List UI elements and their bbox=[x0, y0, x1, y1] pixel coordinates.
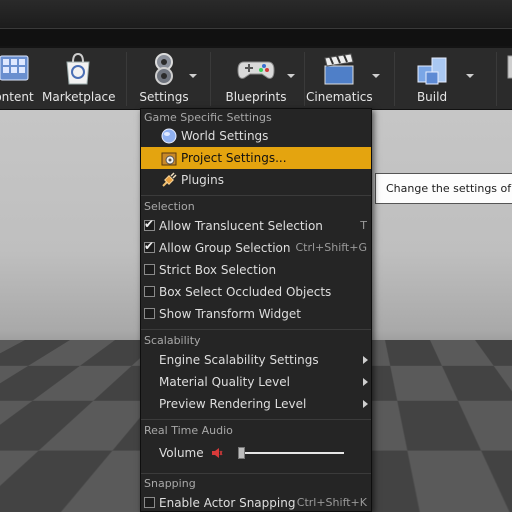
settings-toolbar-button[interactable]: Settings bbox=[134, 48, 194, 110]
cinematics-toolbar-button[interactable]: Cinematics bbox=[306, 48, 373, 110]
menu-item-strict-box-selection[interactable]: Strict Box Selection bbox=[141, 259, 371, 281]
settings-dropdown-menu: Game Specific Settings World Settings Pr… bbox=[140, 108, 372, 512]
toolbar-separator bbox=[304, 52, 305, 106]
shortcut-label: Ctrl+Shift+G bbox=[295, 241, 367, 254]
volume-slider-thumb[interactable] bbox=[238, 447, 245, 459]
main-toolbar: ontent Marketplace Settings Blueprints bbox=[0, 48, 512, 110]
settings-dropdown-arrow[interactable] bbox=[189, 74, 197, 78]
build-dropdown-arrow[interactable] bbox=[466, 74, 474, 78]
cinematics-dropdown-arrow[interactable] bbox=[372, 74, 380, 78]
menu-item-box-select-occluded[interactable]: Box Select Occluded Objects bbox=[141, 281, 371, 303]
settings-button-label: Settings bbox=[139, 90, 189, 104]
menu-item-label: Enable Actor Snapping bbox=[159, 496, 296, 510]
speaker-muted-icon[interactable] bbox=[211, 447, 223, 459]
section-header-snapping: Snapping bbox=[144, 477, 196, 490]
cinematics-button-label: Cinematics bbox=[306, 90, 373, 104]
menu-item-label: Allow Translucent Selection bbox=[159, 219, 323, 233]
menu-divider bbox=[141, 195, 371, 196]
tab-strip-bar bbox=[0, 28, 512, 46]
partial-toolbar-icon bbox=[507, 55, 512, 79]
menu-item-project-settings[interactable]: Project Settings... bbox=[141, 147, 371, 169]
menu-divider bbox=[141, 419, 371, 420]
marketplace-icon bbox=[66, 52, 90, 85]
blueprints-button-label: Blueprints bbox=[225, 90, 287, 104]
checkbox-unchecked[interactable] bbox=[144, 286, 155, 297]
menu-item-label: Show Transform Widget bbox=[159, 307, 301, 321]
check-mark-icon: ✔ bbox=[144, 217, 155, 231]
checkbox-checked[interactable]: ✔ bbox=[144, 217, 155, 231]
toolbar-separator bbox=[394, 52, 395, 106]
toolbar-separator bbox=[496, 52, 497, 106]
menu-item-label: Project Settings... bbox=[181, 151, 287, 165]
submenu-arrow-icon bbox=[363, 400, 368, 408]
menu-item-label: Preview Rendering Level bbox=[159, 397, 307, 411]
toolbar-separator bbox=[210, 52, 211, 106]
menu-item-enable-actor-snapping[interactable]: Enable Actor Snapping Ctrl+Shift+K bbox=[141, 492, 371, 511]
editor-tab-strip bbox=[0, 0, 512, 48]
menu-item-label: Plugins bbox=[181, 173, 224, 187]
settings-gears-icon bbox=[155, 53, 173, 85]
world-globe-icon bbox=[161, 128, 177, 144]
menu-item-engine-scalability-settings[interactable]: Engine Scalability Settings bbox=[141, 349, 371, 371]
marketplace-button-label: Marketplace bbox=[42, 90, 116, 104]
cinematics-clapper-icon bbox=[324, 53, 354, 85]
menu-item-material-quality-level[interactable]: Material Quality Level bbox=[141, 371, 371, 393]
menu-item-plugins[interactable]: Plugins bbox=[141, 169, 371, 191]
menu-item-label: Box Select Occluded Objects bbox=[159, 285, 332, 299]
play-toolbar-button[interactable] bbox=[504, 48, 512, 110]
menu-item-label: Allow Group Selection bbox=[159, 241, 291, 255]
menu-item-show-transform-widget[interactable]: Show Transform Widget bbox=[141, 303, 371, 325]
shortcut-label: T bbox=[360, 219, 367, 232]
build-cubes-icon bbox=[417, 57, 447, 85]
menu-item-label: Engine Scalability Settings bbox=[159, 353, 319, 367]
submenu-arrow-icon bbox=[363, 356, 368, 364]
menu-item-world-settings[interactable]: World Settings bbox=[141, 125, 371, 147]
menu-divider bbox=[141, 473, 371, 474]
checkbox-unchecked[interactable] bbox=[144, 308, 155, 319]
blueprints-dropdown-arrow[interactable] bbox=[287, 74, 295, 78]
shortcut-label: Ctrl+Shift+K bbox=[296, 496, 367, 509]
checkbox-checked[interactable]: ✔ bbox=[144, 239, 155, 253]
content-button-label: ontent bbox=[0, 90, 34, 104]
menu-item-preview-rendering-level[interactable]: Preview Rendering Level bbox=[141, 393, 371, 415]
build-button-label: Build bbox=[416, 90, 448, 104]
section-header-selection: Selection bbox=[144, 200, 195, 213]
menu-item-allow-translucent-selection[interactable]: ✔ Allow Translucent Selection T bbox=[141, 215, 371, 237]
toolbar-separator bbox=[126, 52, 127, 106]
section-header-real-time-audio: Real Time Audio bbox=[144, 424, 233, 437]
menu-divider bbox=[141, 329, 371, 330]
volume-slider-track[interactable] bbox=[242, 452, 344, 454]
content-toolbar-button[interactable]: ontent bbox=[0, 48, 36, 110]
blueprints-gamepad-icon bbox=[237, 61, 275, 79]
checkbox-unchecked[interactable] bbox=[144, 497, 155, 508]
volume-label: Volume bbox=[159, 446, 204, 460]
checkbox-unchecked[interactable] bbox=[144, 264, 155, 275]
content-browser-icon bbox=[0, 55, 29, 81]
section-header-scalability: Scalability bbox=[144, 334, 201, 347]
menu-item-label: Material Quality Level bbox=[159, 375, 290, 389]
marketplace-toolbar-button[interactable]: Marketplace bbox=[42, 48, 116, 110]
submenu-arrow-icon bbox=[363, 378, 368, 386]
check-mark-icon: ✔ bbox=[144, 239, 155, 253]
build-toolbar-button[interactable]: Build bbox=[404, 48, 460, 110]
menu-item-label: World Settings bbox=[181, 129, 269, 143]
menu-item-label: Strict Box Selection bbox=[159, 263, 277, 277]
project-settings-icon bbox=[161, 152, 177, 166]
plugin-plug-icon bbox=[162, 172, 177, 187]
menu-item-allow-group-selection[interactable]: ✔ Allow Group Selection Ctrl+Shift+G bbox=[141, 237, 371, 259]
project-settings-tooltip: Change the settings of the currently loa… bbox=[375, 173, 512, 204]
blueprints-toolbar-button[interactable]: Blueprints bbox=[222, 48, 290, 110]
